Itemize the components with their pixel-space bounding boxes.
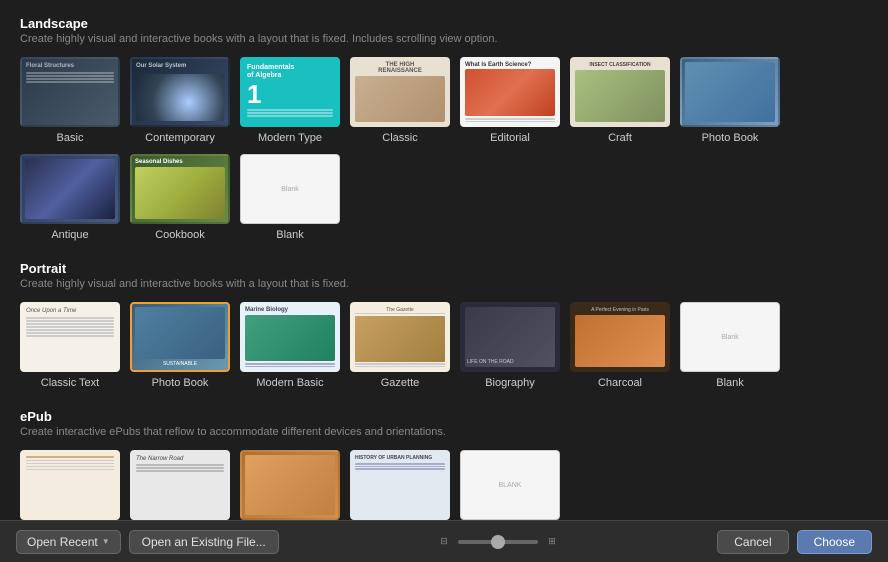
template-label-blank-landscape: Blank	[276, 229, 304, 241]
bottom-toolbar: Open Recent ▼ Open an Existing File... ⊟…	[0, 520, 888, 562]
template-thumb-contemporary: Our Solar System	[130, 57, 230, 127]
open-recent-button[interactable]: Open Recent ▼	[16, 530, 121, 554]
portrait-desc: Create highly visual and interactive boo…	[20, 278, 868, 290]
landscape-section: Landscape Create highly visual and inter…	[20, 16, 868, 241]
template-photobook-portrait[interactable]: SUSTAINABLE Photo Book	[130, 302, 230, 389]
cancel-button[interactable]: Cancel	[717, 530, 788, 554]
template-thumb-basic: Floral Structures	[20, 57, 120, 127]
template-epub-narrow-road[interactable]: The Narrow Road The Narrow Road	[130, 450, 230, 520]
template-thumb-blank-landscape: Blank	[240, 154, 340, 224]
template-label-editorial: Editorial	[490, 132, 530, 144]
template-classic-text[interactable]: Once Upon a Time Classic Text	[20, 302, 120, 389]
template-modern-type[interactable]: Fundamentalsof Algebra 1 Modern Type	[240, 57, 340, 144]
template-thumb-epub-blank: BLANK	[460, 450, 560, 520]
template-epub-cookbook[interactable]: Cookbook	[240, 450, 340, 520]
portrait-grid: Once Upon a Time Classic Text	[20, 302, 868, 389]
portrait-section: Portrait Create highly visual and intera…	[20, 261, 868, 389]
epub-section: ePub Create interactive ePubs that reflo…	[20, 409, 868, 520]
portrait-title: Portrait	[20, 261, 868, 276]
template-basic[interactable]: Floral Structures Basic	[20, 57, 120, 144]
choose-button[interactable]: Choose	[797, 530, 872, 554]
template-epub-blank[interactable]: BLANK Blank	[460, 450, 560, 520]
template-label-photobook-portrait: Photo Book	[152, 377, 209, 389]
template-thumb-editorial: What is Earth Science?	[460, 57, 560, 127]
bottom-right-area: Cancel Choose	[717, 530, 872, 554]
choose-label: Choose	[814, 535, 855, 549]
zoom-slider[interactable]	[458, 540, 538, 544]
template-thumb-biography: LIFE ON THE ROAD	[460, 302, 560, 372]
template-label-classic-text: Classic Text	[41, 377, 99, 389]
template-photobook-landscape[interactable]: Photo Book	[680, 57, 780, 144]
template-craft[interactable]: INSECT CLASSIFICATION Craft	[570, 57, 670, 144]
open-existing-file-button[interactable]: Open an Existing File...	[129, 530, 279, 554]
template-gazette[interactable]: The Gazette Gazette	[350, 302, 450, 389]
template-label-photobook-landscape: Photo Book	[702, 132, 759, 144]
template-cookbook[interactable]: Seasonal Dishes Cookbook	[130, 154, 230, 241]
zoom-in-icon: ⊞	[544, 534, 560, 550]
template-epub-urban-planning[interactable]: HISTORY OF URBAN PLANNING History of Urb…	[350, 450, 450, 520]
template-label-modern-basic: Modern Basic	[256, 377, 323, 389]
template-blank-portrait[interactable]: Blank Blank	[680, 302, 780, 389]
open-recent-chevron-icon: ▼	[102, 537, 110, 546]
template-charcoal[interactable]: A Perfect Evening in Paris Charcoal	[570, 302, 670, 389]
template-thumb-modern-type: Fundamentalsof Algebra 1	[240, 57, 340, 127]
template-label-cookbook: Cookbook	[155, 229, 205, 241]
epub-desc: Create interactive ePubs that reflow to …	[20, 426, 868, 438]
template-label-charcoal: Charcoal	[598, 377, 642, 389]
template-label-basic: Basic	[57, 132, 84, 144]
landscape-title: Landscape	[20, 16, 868, 31]
template-contemporary[interactable]: Our Solar System Contemporary	[130, 57, 230, 144]
bottom-left-area: Open Recent ▼ Open an Existing File...	[16, 530, 279, 554]
template-label-contemporary: Contemporary	[145, 132, 215, 144]
template-blank-landscape[interactable]: Blank Blank	[240, 154, 340, 241]
template-biography[interactable]: LIFE ON THE ROAD Biography	[460, 302, 560, 389]
open-recent-label: Open Recent	[27, 535, 98, 549]
template-modern-basic[interactable]: Marine Biology Modern Basic	[240, 302, 340, 389]
template-thumb-epub-basic	[20, 450, 120, 520]
template-chooser-content: Landscape Create highly visual and inter…	[0, 0, 888, 520]
landscape-grid: Floral Structures Basic Our Sola	[20, 57, 868, 241]
zoom-controls: ⊟ ⊞	[436, 534, 560, 550]
epub-title: ePub	[20, 409, 868, 424]
open-file-label: Open an Existing File...	[142, 535, 266, 549]
template-editorial[interactable]: What is Earth Science? Editorial	[460, 57, 560, 144]
template-thumb-antique	[20, 154, 120, 224]
template-epub-basic[interactable]: Basic	[20, 450, 120, 520]
template-thumb-modern-basic: Marine Biology	[240, 302, 340, 372]
template-thumb-epub-urban-planning: HISTORY OF URBAN PLANNING	[350, 450, 450, 520]
template-thumb-photobook-portrait: SUSTAINABLE	[130, 302, 230, 372]
template-label-biography: Biography	[485, 377, 535, 389]
template-thumb-blank-portrait: Blank	[680, 302, 780, 372]
template-label-classic: Classic	[382, 132, 417, 144]
template-label-antique: Antique	[51, 229, 88, 241]
landscape-desc: Create highly visual and interactive boo…	[20, 33, 868, 45]
template-thumb-classic-text: Once Upon a Time	[20, 302, 120, 372]
template-thumb-gazette: The Gazette	[350, 302, 450, 372]
template-thumb-cookbook: Seasonal Dishes	[130, 154, 230, 224]
cancel-label: Cancel	[734, 535, 771, 549]
template-classic[interactable]: THE HIGHRENAISSANCE Classic	[350, 57, 450, 144]
template-thumb-charcoal: A Perfect Evening in Paris	[570, 302, 670, 372]
template-antique[interactable]: Antique	[20, 154, 120, 241]
template-label-gazette: Gazette	[381, 377, 420, 389]
template-label-craft: Craft	[608, 132, 632, 144]
template-thumb-classic: THE HIGHRENAISSANCE	[350, 57, 450, 127]
epub-grid: Basic The Narrow Road The Narrow Road	[20, 450, 868, 520]
template-thumb-epub-narrow-road: The Narrow Road	[130, 450, 230, 520]
template-label-blank-portrait: Blank	[716, 377, 744, 389]
template-thumb-photobook-landscape	[680, 57, 780, 127]
template-thumb-craft: INSECT CLASSIFICATION	[570, 57, 670, 127]
zoom-out-icon: ⊟	[436, 534, 452, 550]
template-thumb-epub-cookbook	[240, 450, 340, 520]
template-label-modern-type: Modern Type	[258, 132, 322, 144]
